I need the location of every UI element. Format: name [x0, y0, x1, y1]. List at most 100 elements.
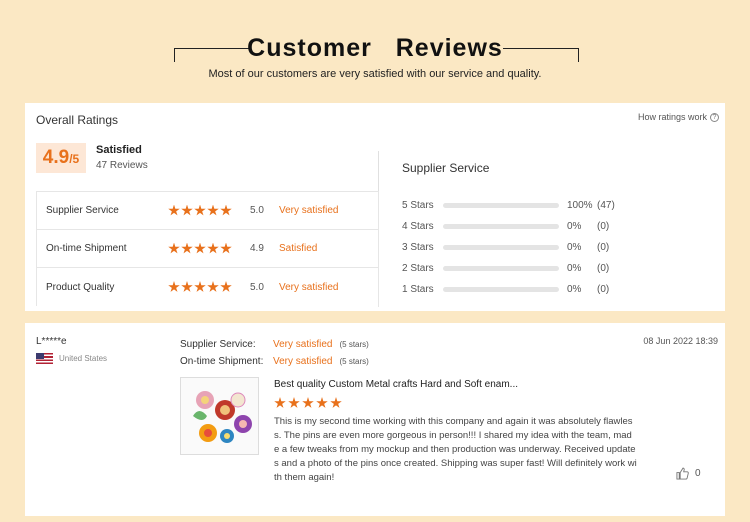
product-thumbnail[interactable] — [180, 377, 259, 455]
distribution-label: 4 Stars — [402, 221, 434, 232]
star-icon — [194, 281, 206, 292]
distribution-bar — [443, 245, 559, 250]
review-date: 08 Jun 2022 18:39 — [643, 336, 718, 346]
star-icon — [168, 281, 180, 292]
star-icon — [288, 397, 300, 408]
supplier-service-title: Supplier Service — [402, 161, 490, 175]
overall-score: 4.9 — [42, 147, 70, 168]
star-icon — [207, 242, 219, 254]
distribution-percent: 0% — [567, 242, 582, 253]
rating-stars — [168, 204, 250, 217]
star-icon — [302, 397, 314, 408]
star-icon — [168, 242, 180, 254]
star-icon — [207, 281, 219, 292]
review-card: L*****e United States Supplier Service: … — [25, 323, 725, 516]
distribution-bar — [443, 224, 559, 229]
star-icon — [181, 242, 193, 254]
review-text: This is my second time working with this… — [274, 416, 637, 483]
rating-row-label: Product Quality — [46, 281, 115, 293]
distribution-row: 4 Stars 0% (0) — [402, 216, 662, 237]
distribution-count: (0) — [597, 284, 610, 295]
page-title: Customer Reviews — [247, 34, 503, 62]
review-rating-stars — [274, 397, 342, 409]
star-icon — [274, 397, 286, 408]
rating-stars — [168, 281, 250, 293]
how-ratings-work-link[interactable]: How ratings work ? — [638, 112, 719, 122]
rating-row-on-time-shipment: On-time Shipment 4.9 Satisfied — [37, 230, 378, 268]
distribution-percent: 0% — [567, 284, 582, 295]
rating-row-desc: Satisfied — [279, 243, 318, 254]
review-supplier-service-row: Supplier Service: Very satisfied (5 star… — [180, 336, 369, 353]
star-icon — [316, 397, 328, 408]
star-icon — [194, 204, 206, 216]
help-icon[interactable]: ? — [710, 112, 719, 122]
supplier-service-label: Supplier Service: — [180, 339, 256, 350]
rating-row-desc: Very satisfied — [279, 205, 339, 216]
rating-row-desc: Very satisfied — [279, 281, 339, 293]
overall-status: Satisfied — [96, 144, 142, 156]
star-icon — [220, 242, 232, 254]
rating-row-label: Supplier Service — [46, 205, 119, 216]
distribution-row: 2 Stars 0% (0) — [402, 258, 662, 279]
divider — [378, 151, 379, 191]
distribution-count: (0) — [597, 221, 610, 232]
star-icon — [207, 204, 219, 216]
distribution-label: 1 Stars — [402, 284, 434, 295]
overall-score-badge: 4.9 /5 — [36, 143, 86, 173]
rating-row-score: 5.0 — [250, 281, 264, 293]
star-icon — [220, 204, 232, 216]
rating-row-supplier-service: Supplier Service 5.0 Very satisfied — [37, 192, 378, 230]
product-title-link[interactable]: Best quality Custom Metal crafts Hard an… — [274, 379, 518, 390]
distribution-row: 1 Stars 0% (0) — [402, 279, 662, 300]
rating-row-score: 5.0 — [250, 205, 264, 216]
star-distribution: 5 Stars 100% (47) 4 Stars 0% (0) 3 Stars… — [402, 195, 662, 300]
distribution-percent: 0% — [567, 221, 582, 232]
star-icon — [330, 397, 342, 408]
shipment-stars: (5 stars) — [339, 357, 369, 366]
star-icon — [220, 281, 232, 292]
page-header: Customer Reviews Most of our customers a… — [0, 0, 750, 100]
review-count: 47 Reviews — [96, 160, 148, 171]
page-subtitle: Most of our customers are very satisfied… — [208, 68, 542, 80]
supplier-service-stars: (5 stars) — [339, 340, 369, 349]
distribution-label: 5 Stars — [402, 200, 434, 211]
distribution-count: (0) — [597, 242, 610, 253]
rating-row-product-quality: Product Quality 5.0 Very satisfied — [37, 268, 378, 306]
distribution-row: 3 Stars 0% (0) — [402, 237, 662, 258]
overall-score-suffix: /5 — [69, 152, 80, 166]
distribution-label: 3 Stars — [402, 242, 434, 253]
rating-stars — [168, 242, 250, 255]
shipment-value: Very satisfied — [273, 356, 333, 367]
star-icon — [168, 204, 180, 216]
distribution-bar — [443, 266, 559, 271]
distribution-label: 2 Stars — [402, 263, 434, 274]
rating-row-score: 4.9 — [250, 243, 264, 254]
distribution-count: (0) — [597, 263, 610, 274]
review-service-ratings: Supplier Service: Very satisfied (5 star… — [180, 336, 369, 370]
how-ratings-label: How ratings work — [637, 112, 707, 122]
distribution-bar — [443, 203, 559, 208]
supplier-service-value: Very satisfied — [273, 339, 333, 350]
reviewer-country: United States — [59, 354, 108, 363]
star-icon — [181, 281, 193, 292]
shipment-label: On-time Shipment: — [180, 356, 264, 367]
star-icon — [194, 242, 206, 254]
review-shipment-row: On-time Shipment: Very satisfied (5 star… — [180, 353, 369, 370]
enamel-pins-image — [181, 378, 258, 454]
rating-breakdown-table: Supplier Service 5.0 Very satisfied On-t… — [36, 191, 378, 306]
like-button[interactable]: 0 — [676, 467, 701, 480]
like-count: 0 — [695, 468, 701, 479]
distribution-count: (47) — [597, 200, 615, 211]
us-flag-icon — [36, 353, 53, 364]
thumbs-up-icon — [676, 467, 689, 480]
overall-ratings-label: Overall Ratings — [36, 113, 119, 127]
reviewer-name: L*****e — [36, 336, 67, 347]
distribution-row: 5 Stars 100% (47) — [402, 195, 662, 216]
distribution-percent: 100% — [567, 200, 593, 211]
overall-ratings-card: Overall Ratings How ratings work ? 4.9 /… — [25, 103, 725, 311]
distribution-percent: 0% — [567, 263, 582, 274]
star-icon — [181, 204, 193, 216]
distribution-bar — [443, 287, 559, 292]
rating-row-label: On-time Shipment — [46, 243, 127, 254]
divider — [378, 191, 379, 307]
